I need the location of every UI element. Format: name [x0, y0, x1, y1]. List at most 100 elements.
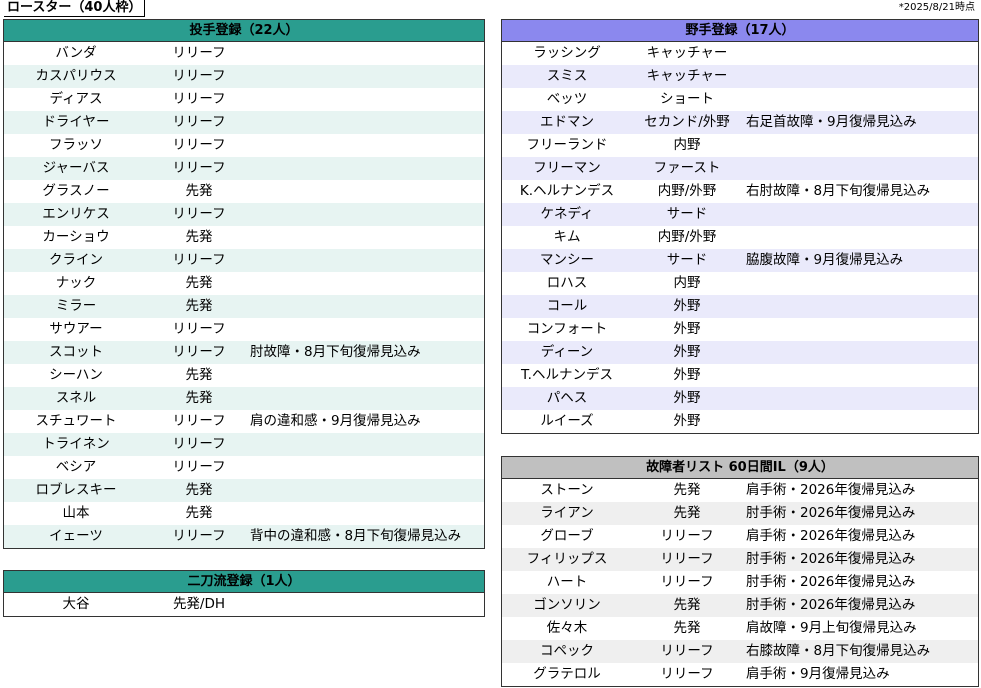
player-position: 先発 [185, 229, 213, 245]
player-position: 外野 [673, 344, 701, 360]
player-position: リリーフ [172, 436, 226, 452]
table-row: ミラー 先発 [4, 295, 484, 318]
injured-list-table: 故障者リスト 60日間IL（9人） ストーン 先発 肩手術・2026年復帰見込み ライ… [501, 456, 979, 687]
table-row: ストーン 先発 肩手術・2026年復帰見込み [502, 479, 978, 502]
player-name: キム [553, 229, 581, 245]
player-position: ショート [660, 91, 714, 107]
table-row: K.ヘルナンデス 内野/外野 右肘故障・8月下旬復帰見込み [502, 180, 978, 203]
page-title: ロースター（40人枠） [4, 0, 146, 17]
player-name: スネル [55, 390, 97, 406]
player-status-note: 肩手術・9月復帰見込み [746, 666, 890, 682]
table-row: フリーランド 内野 [502, 134, 978, 157]
player-name: スミス [546, 68, 588, 84]
table-row: エドマン セカンド/外野 右足首故障・9月復帰見込み [502, 111, 978, 134]
table-row: ディアス リリーフ [4, 88, 484, 111]
player-name: K.ヘルナンデス [519, 183, 615, 199]
player-position: 先発 [673, 482, 701, 498]
player-position: リリーフ [660, 666, 714, 682]
pitchers-table: 投手登録（22人） バンダ リリーフ カスパリウス リリーフ ディアス リリーフ ドライヤー… [3, 19, 485, 549]
table-row: パヘス 外野 [502, 387, 978, 410]
player-name: ロハス [546, 275, 588, 291]
table-row: グローブ リリーフ 肩手術・2026年復帰見込み [502, 525, 978, 548]
table-row: ナック 先発 [4, 272, 484, 295]
player-name: フラッソ [49, 137, 103, 153]
player-name: ストーン [540, 482, 594, 498]
player-position: 外野 [673, 367, 701, 383]
player-name: フリーマン [533, 160, 601, 176]
player-name: ベッツ [546, 91, 588, 107]
player-name: ラッシング [533, 45, 601, 61]
player-name: バンダ [55, 45, 97, 61]
table-row: トライネン リリーフ [4, 433, 484, 456]
player-position: リリーフ [172, 114, 226, 130]
player-name: 佐々木 [546, 620, 588, 636]
player-name: フィリップス [526, 551, 608, 567]
player-name: ジャーバス [42, 160, 110, 176]
table-row: エンリケス リリーフ [4, 203, 484, 226]
player-name: コール [546, 298, 588, 314]
player-status-note: 肩手術・2026年復帰見込み [746, 528, 916, 544]
player-name: ディーン [540, 344, 594, 360]
player-position: リリーフ [660, 551, 714, 567]
player-position: 内野 [673, 137, 701, 153]
player-position: 先発 [185, 298, 213, 314]
table-row: ラッシング キャッチャー [502, 42, 978, 65]
player-name: ゴンソリン [533, 597, 601, 613]
player-name: スチュワート [35, 413, 117, 429]
table-row: ゴンソリン 先発 肘手術・2026年復帰見込み [502, 594, 978, 617]
table-row: ドライヤー リリーフ [4, 111, 484, 134]
table-row: ベシア リリーフ [4, 456, 484, 479]
two-way-header: 二刀流登録（1人） [4, 571, 484, 593]
table-row: フリーマン ファースト [502, 157, 978, 180]
player-position: リリーフ [660, 574, 714, 590]
player-position: リリーフ [172, 321, 226, 337]
player-position: 内野/外野 [657, 229, 717, 245]
player-status-note: 肘手術・2026年復帰見込み [746, 505, 916, 521]
fielders-header: 野手登録（17人） [502, 20, 978, 42]
player-name: T.ヘルナンデス [521, 367, 613, 383]
player-name: グラテロル [533, 666, 601, 682]
table-row: サウアー リリーフ [4, 318, 484, 341]
table-row: キム 内野/外野 [502, 226, 978, 249]
player-position: リリーフ [172, 45, 226, 61]
player-status-note: 肘手術・2026年復帰見込み [746, 574, 916, 590]
player-name: スコット [49, 344, 103, 360]
pitchers-header: 投手登録（22人） [4, 20, 484, 42]
player-position: 外野 [673, 298, 701, 314]
player-position: リリーフ [172, 413, 226, 429]
player-status-note: 右足首故障・9月復帰見込み [746, 114, 917, 130]
table-row: バンダ リリーフ [4, 42, 484, 65]
table-row: フィリップス リリーフ 肘手術・2026年復帰見込み [502, 548, 978, 571]
table-row: コール 外野 [502, 295, 978, 318]
player-name: 大谷 [62, 596, 90, 612]
player-position: 先発 [185, 482, 213, 498]
player-position: 先発/DH [172, 596, 226, 612]
table-row: ルイーズ 外野 [502, 410, 978, 433]
table-row: グラテロル リリーフ 肩手術・9月復帰見込み [502, 663, 978, 686]
player-name: シーハン [49, 367, 103, 383]
player-position: サード [666, 206, 708, 222]
player-position: 先発 [185, 505, 213, 521]
player-position: 外野 [673, 413, 701, 429]
player-name: イェーツ [49, 528, 103, 544]
player-position: キャッチャー [646, 68, 728, 84]
player-position: ファースト [653, 160, 721, 176]
table-row: 山本 先発 [4, 502, 484, 525]
player-position: リリーフ [172, 91, 226, 107]
table-row: ケネディ サード [502, 203, 978, 226]
table-row: スネル 先発 [4, 387, 484, 410]
player-position: リリーフ [172, 137, 226, 153]
two-way-table: 二刀流登録（1人） 大谷 先発/DH [3, 570, 485, 617]
player-status-note: 肩の違和感・9月復帰見込み [250, 413, 421, 429]
player-name: コンフォート [526, 321, 608, 337]
player-position: リリーフ [172, 459, 226, 475]
player-name: ナック [55, 275, 97, 291]
player-name: エンリケス [42, 206, 110, 222]
table-row: フラッソ リリーフ [4, 134, 484, 157]
player-position: 内野 [673, 275, 701, 291]
table-row: クライン リリーフ [4, 249, 484, 272]
player-position: 内野/外野 [657, 183, 717, 199]
player-position: リリーフ [172, 68, 226, 84]
injured-list-header: 故障者リスト 60日間IL（9人） [502, 457, 978, 479]
table-row: イェーツ リリーフ 背中の違和感・8月下旬復帰見込み [4, 525, 484, 548]
